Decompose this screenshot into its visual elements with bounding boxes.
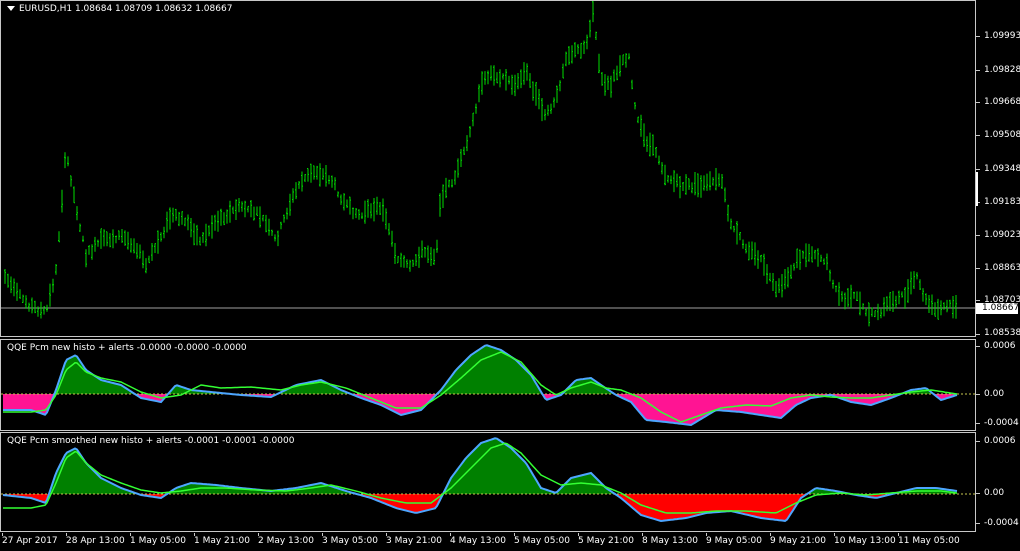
time-label: 8 May 13:00 — [642, 536, 698, 546]
time-label: 3 May 05:00 — [322, 536, 378, 546]
price-label: 1.09668 — [984, 97, 1020, 107]
qqe-smoothed-indicator-pane[interactable]: QQE Pcm smoothed new histo + alerts -0.0… — [0, 432, 976, 532]
indicator2-scale-label: 0.0006 — [984, 436, 1016, 446]
time-label: 5 May 21:00 — [578, 536, 634, 546]
time-label: 9 May 05:00 — [706, 536, 762, 546]
time-label: 5 May 05:00 — [514, 536, 570, 546]
indicator1-scale-label: 0.0006 — [984, 341, 1016, 351]
current-price-badge: 1.08667 — [976, 303, 1019, 314]
indicator1-tick — [976, 423, 980, 424]
qqe-indicator-pane[interactable]: QQE Pcm new histo + alerts -0.0000 -0.00… — [0, 339, 976, 431]
price-label: 1.09508 — [984, 130, 1020, 140]
qqe-indicator-title: QQE Pcm new histo + alerts -0.0000 -0.00… — [7, 343, 247, 353]
price-label: 1.09348 — [984, 164, 1020, 174]
symbol-label: EURUSD,H1 1.08684 1.08709 1.08632 1.0866… — [19, 4, 233, 14]
indicator2-tick — [976, 523, 980, 524]
price-tick — [976, 300, 980, 301]
dropdown-arrow-icon[interactable] — [7, 6, 15, 11]
price-scale[interactable]: 1.09993 1.09828 1.09668 1.09508 1.09348 … — [976, 0, 1020, 533]
price-tick — [976, 135, 980, 136]
indicator1-tick — [976, 394, 980, 395]
positive-histogram — [3, 345, 957, 394]
time-label: 4 May 13:00 — [450, 536, 506, 546]
indicator2-tick — [976, 441, 980, 442]
price-tick — [976, 169, 980, 170]
qqe-smoothed-indicator-canvas[interactable] — [1, 433, 975, 531]
price-label: 1.09023 — [984, 230, 1020, 240]
price-tick — [976, 268, 980, 269]
qqe-smoothed-indicator-title: QQE Pcm smoothed new histo + alerts -0.0… — [7, 436, 295, 446]
price-tick — [976, 102, 980, 103]
price-label: 1.08863 — [984, 263, 1020, 273]
indicator2-tick — [976, 493, 980, 494]
price-chart-canvas[interactable] — [1, 1, 975, 336]
price-label: 1.09828 — [984, 65, 1020, 75]
scale-marker — [976, 172, 978, 206]
indicator1-scale-label: -0.0004 — [984, 418, 1019, 428]
time-label: 1 May 05:00 — [130, 536, 186, 546]
positive-histogram — [3, 438, 957, 494]
time-label: 28 Apr 13:00 — [66, 536, 125, 546]
time-label: 9 May 21:00 — [770, 536, 826, 546]
qqe-indicator-canvas[interactable] — [1, 340, 975, 430]
time-axis[interactable]: 27 Apr 2017 28 Apr 13:00 1 May 05:00 1 M… — [0, 533, 976, 551]
time-label: 3 May 21:00 — [386, 536, 442, 546]
price-tick — [976, 334, 980, 335]
indicator2-scale-label: 0.00 — [984, 488, 1005, 498]
time-label: 2 May 13:00 — [258, 536, 314, 546]
time-label: 1 May 21:00 — [194, 536, 250, 546]
price-chart-pane[interactable]: EURUSD,H1 1.08684 1.08709 1.08632 1.0866… — [0, 0, 976, 337]
time-label: 27 Apr 2017 — [2, 536, 58, 546]
time-label: 10 May 13:00 — [834, 536, 896, 546]
price-tick — [976, 36, 980, 37]
indicator1-tick — [976, 346, 980, 347]
price-label: 1.08538 — [984, 328, 1020, 338]
indicator1-scale-label: 0.00 — [984, 389, 1005, 399]
price-tick — [976, 70, 980, 71]
price-label: 1.09183 — [984, 197, 1020, 207]
indicator2-scale-label: -0.0004 — [984, 518, 1019, 528]
time-label: 11 May 05:00 — [898, 536, 960, 546]
symbol-header: EURUSD,H1 1.08684 1.08709 1.08632 1.0866… — [7, 4, 232, 14]
price-label: 1.09993 — [984, 31, 1020, 41]
price-tick — [976, 235, 980, 236]
